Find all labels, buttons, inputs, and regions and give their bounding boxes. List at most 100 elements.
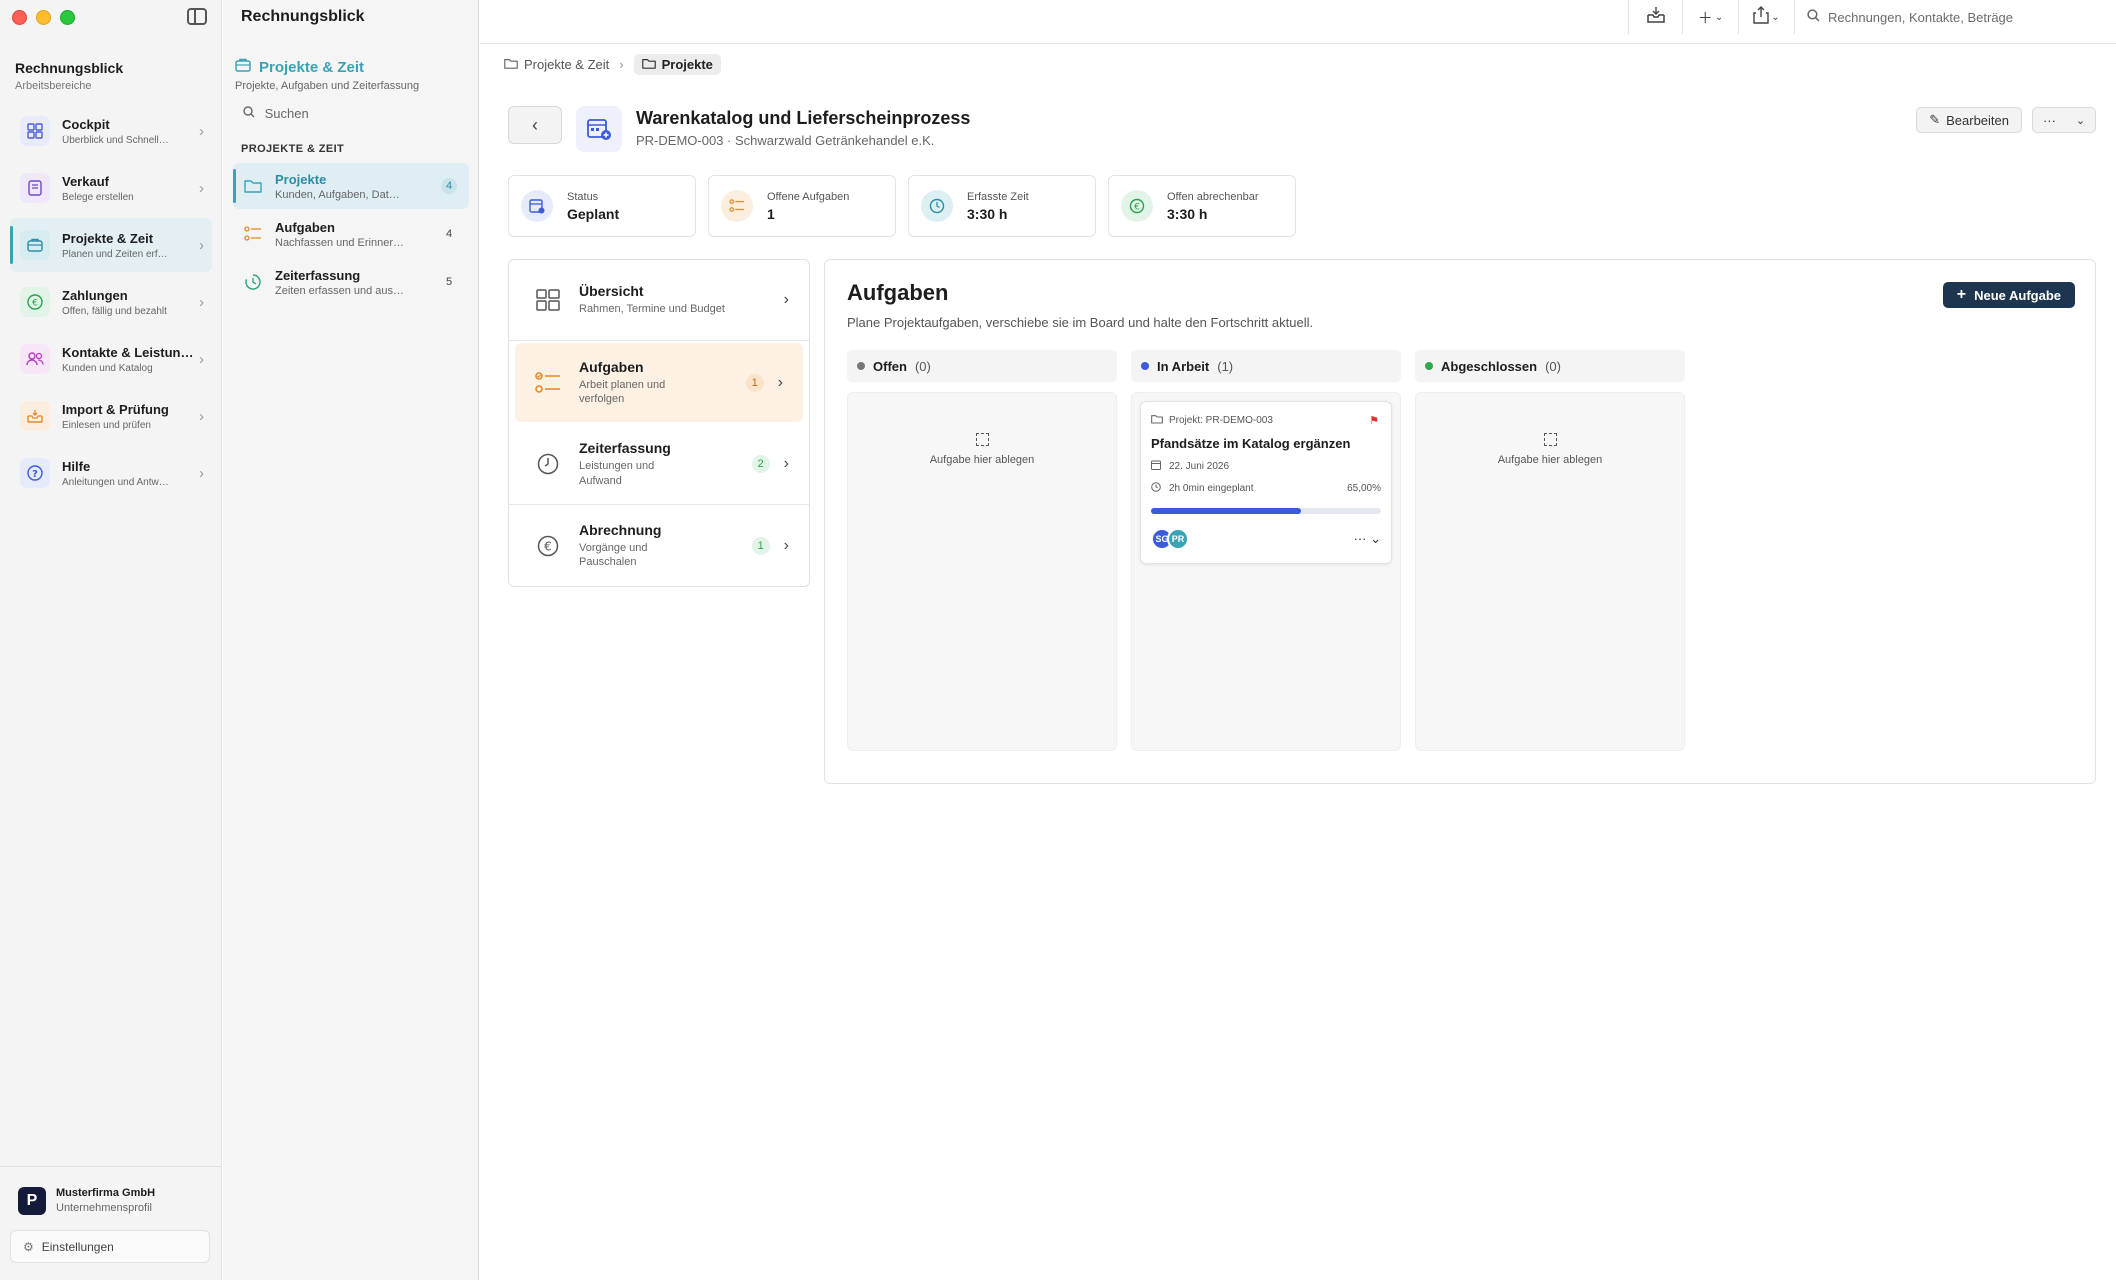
section-title: Projekte & Zeit: [259, 58, 365, 76]
count-badge: 4: [441, 178, 457, 194]
stat-value: 1: [767, 205, 775, 222]
folder-icon: [1151, 414, 1163, 427]
sidebar-item-label: Verkauf: [62, 173, 109, 189]
drop-hint-text: Aufgabe hier ablegen: [929, 454, 1035, 466]
new-task-button[interactable]: + Neue Aufgabe: [1942, 282, 2075, 308]
more-icon: ···: [2042, 112, 2056, 128]
lane-dropzone[interactable]: Aufgabe hier ablegen: [847, 392, 1117, 751]
gear-icon: ⚙: [23, 1239, 34, 1254]
task-more-button[interactable]: ··· ⌄: [1354, 531, 1382, 547]
settings-button[interactable]: ⚙ Einstellungen: [10, 1230, 210, 1263]
global-search-input[interactable]: Rechnungen, Kontakte, Beträge: [1794, 0, 2116, 34]
briefcase-icon: [20, 230, 50, 260]
page-title: Warenkatalog und Lieferscheinprozess: [636, 108, 971, 128]
search-field[interactable]: Suchen: [243, 106, 309, 121]
list-item-zeiterfassung[interactable]: Zeiterfassung Zeiten erfassen und ausw… 5: [233, 259, 469, 305]
grid-icon: [20, 116, 50, 146]
progress-bar: [1151, 508, 1381, 514]
euro-icon: €: [1121, 190, 1153, 222]
lane-dropzone[interactable]: Aufgabe hier ablegen: [1415, 392, 1685, 751]
more-actions-button[interactable]: ··· ⌄: [2032, 107, 2096, 133]
count-badge: 4: [445, 228, 453, 240]
chevron-right-icon: ›: [199, 236, 204, 254]
sidebar-item-label: Import & Prüfung: [62, 401, 169, 417]
task-planned-label: 2h 0min eingeplant: [1169, 483, 1254, 494]
breadcrumb-parent[interactable]: Projekte & Zeit: [524, 57, 609, 72]
panel-subtitle: Plane Projektaufgaben, verschiebe sie im…: [847, 315, 1314, 330]
chevron-down-icon: ⌄: [1771, 11, 1780, 23]
sidebar-item-label: Zahlungen: [62, 287, 128, 303]
status-dot: [857, 362, 865, 370]
task-date-label: 22. Juni 2026: [1169, 461, 1230, 472]
count-badge: 1: [745, 373, 764, 392]
app-title: Rechnungsblick: [241, 8, 365, 25]
workspace-subtitle: Arbeitsbereiche: [15, 80, 92, 92]
list-item-aufgaben[interactable]: Aufgaben Nachfassen und Erinneru… 4: [233, 211, 469, 257]
chevron-right-icon: ›: [199, 179, 204, 197]
sidebar-item-kontakte[interactable]: Kontakte & Leistung… Kunden und Katalog ›: [10, 332, 212, 386]
clock-icon: [533, 453, 563, 475]
sidebar-nav: Cockpit Überblick und Schnellzu… › Verkau…: [10, 104, 212, 503]
sidebar-item-import[interactable]: Import & Prüfung Einlesen und prüfen ›: [10, 389, 212, 443]
stat-card-open-tasks: Offene Aufgaben 1: [708, 175, 896, 237]
company-profile[interactable]: P Musterfirma GmbH Unternehmensprofil: [0, 1166, 222, 1215]
breadcrumb-current-label: Projekte: [661, 57, 713, 72]
chevron-right-icon: ›: [777, 373, 783, 391]
lane-count: (1): [1217, 358, 1234, 374]
stat-card-time: Erfasste Zeit 3:30 h: [908, 175, 1096, 237]
menu-item-uebersicht[interactable]: Übersicht Rahmen, Termine und Budget ›: [509, 260, 809, 341]
breadcrumb-current[interactable]: Projekte: [633, 54, 721, 75]
window-controls: [12, 10, 75, 25]
sidebar-item-projekte-zeit[interactable]: Projekte & Zeit Planen und Zeiten erfass……: [10, 218, 212, 272]
calendar-icon: [576, 106, 622, 152]
stat-label: Offen abrechenbar: [1167, 190, 1259, 203]
list-item-projekte[interactable]: Projekte Kunden, Aufgaben, Dateien 4: [233, 163, 469, 209]
sidebar-item-desc: Kunden und Katalog: [62, 362, 153, 374]
share-menu-button[interactable]: ⌄: [1738, 0, 1794, 34]
company-name: Musterfirma GmbH: [56, 1187, 156, 1199]
lane-count: (0): [1545, 358, 1561, 374]
section-header: Projekte & Zeit: [235, 58, 364, 76]
sidebar-item-hilfe[interactable]: ? Hilfe Anleitungen und Antwort… ›: [10, 446, 212, 500]
chevron-right-icon: ›: [199, 407, 204, 425]
sidebar-item-desc: Überblick und Schnellzu…: [62, 134, 172, 146]
chevron-right-icon: ›: [199, 293, 204, 311]
menu-item-desc: Vorgänge und Pauschalen: [579, 541, 648, 568]
inbox-button[interactable]: [1628, 0, 1682, 34]
drop-hint-text: Aufgabe hier ablegen: [1497, 454, 1603, 466]
zoom-window-button[interactable]: [60, 10, 75, 25]
stat-value: 3:30 h: [967, 205, 1008, 222]
task-card[interactable]: Projekt: PR-DEMO-003 ⚑ Pfandsätze im Kat…: [1140, 401, 1392, 564]
search-placeholder: Suchen: [264, 106, 309, 121]
assignees: SG PR ··· ⌄: [1151, 528, 1381, 550]
menu-item-zeiterfassung[interactable]: Zeiterfassung Leistungen und Aufwand 2 ›: [509, 424, 809, 505]
menu-item-desc: Arbeit planen und verfolgen: [579, 378, 666, 405]
edit-button[interactable]: ✎ Bearbeiten: [1916, 107, 2022, 133]
menu-item-aufgaben[interactable]: Aufgaben Arbeit planen und verfolgen 1 ›: [515, 343, 803, 422]
back-button[interactable]: ‹: [508, 106, 562, 144]
calendar-icon: [521, 190, 553, 222]
minimize-window-button[interactable]: [36, 10, 51, 25]
lane-dropzone[interactable]: Projekt: PR-DEMO-003 ⚑ Pfandsätze im Kat…: [1131, 392, 1401, 751]
section-label: PROJEKTE & ZEIT: [241, 143, 345, 155]
sidebar-item-cockpit[interactable]: Cockpit Überblick und Schnellzu… ›: [10, 104, 212, 158]
sidebar-item-desc: Planen und Zeiten erfass…: [62, 248, 172, 260]
close-window-button[interactable]: [12, 10, 27, 25]
euro-icon: €: [533, 535, 563, 557]
sidebar-item-label: Hilfe: [62, 458, 91, 474]
sidebar-item-zahlungen[interactable]: € Zahlungen Offen, fällig und bezahlt ›: [10, 275, 212, 329]
sidebar-item-verkauf[interactable]: Verkauf Belege erstellen ›: [10, 161, 212, 215]
edit-label: Bearbeiten: [1946, 112, 2009, 128]
question-icon: ?: [20, 458, 50, 488]
stat-card-billable: € Offen abrechenbar 3:30 h: [1108, 175, 1296, 237]
dashed-square-icon: [1543, 433, 1557, 446]
flag-icon[interactable]: ⚑: [1369, 414, 1379, 427]
euro-icon: €: [20, 287, 50, 317]
avatar[interactable]: PR: [1167, 528, 1189, 550]
lane-title: Abgeschlossen: [1441, 358, 1538, 374]
add-menu-button[interactable]: ＋ ⌄: [1682, 0, 1738, 34]
menu-item-desc: Rahmen, Termine und Budget: [579, 303, 725, 316]
menu-item-abrechnung[interactable]: € Abrechnung Vorgänge und Pauschalen 1 ›: [509, 505, 809, 586]
search-icon: [1807, 9, 1820, 25]
sidebar-toggle-icon[interactable]: [187, 8, 207, 25]
